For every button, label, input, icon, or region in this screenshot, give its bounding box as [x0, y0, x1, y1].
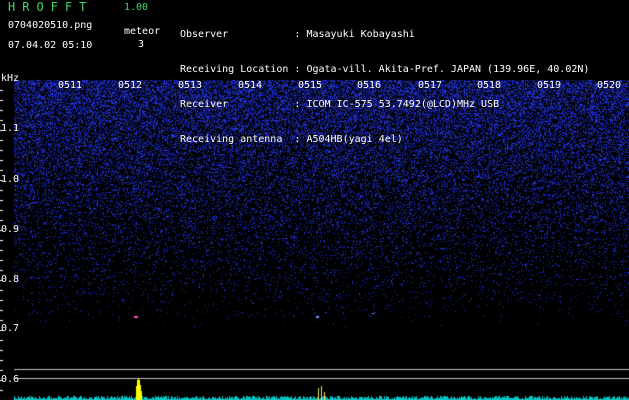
- meteor-count: 3: [138, 39, 145, 50]
- info-label: Receiving antenna: [180, 134, 283, 145]
- frequency-unit-label: kHz: [1, 73, 20, 84]
- x-tick-label: 0519: [537, 80, 562, 91]
- x-tick-label: 0517: [418, 80, 443, 91]
- info-row-location: Receiving Location : Ogata-vill. Akita-P…: [180, 64, 590, 75]
- capture-datetime: 07.04.02 05:10: [8, 40, 93, 51]
- x-tick-label: 0513: [178, 80, 203, 91]
- y-tick-label: 0.7: [1, 323, 20, 334]
- info-value: Masayuki Kobayashi: [306, 29, 415, 40]
- y-tick-label: 0.8: [1, 274, 20, 285]
- x-tick-label: 0520: [597, 80, 622, 91]
- app-title: HROFFT: [8, 0, 94, 14]
- info-value: Ogata-vill. Akita-Pref. JAPAN (139.96E, …: [306, 64, 590, 75]
- x-tick-label: 0514: [238, 80, 263, 91]
- x-tick-label: 0516: [357, 80, 382, 91]
- info-row-antenna: Receiving antenna : A504HB(yagi 4el): [180, 134, 403, 145]
- info-value: A504HB(yagi 4el): [306, 134, 403, 145]
- x-tick-label: 0515: [298, 80, 323, 91]
- info-row-receiver: Receiver : ICOM IC-575 53.7492(@LCD)MHz …: [180, 99, 500, 110]
- y-tick-label: 0.6: [1, 374, 20, 385]
- x-tick-label: 0512: [118, 80, 143, 91]
- x-tick-label: 0511: [58, 80, 83, 91]
- info-value: ICOM IC-575 53.7492(@LCD)MHz USB: [306, 99, 500, 110]
- app-version: 1.00: [124, 2, 149, 13]
- info-row-observer: Observer : Masayuki Kobayashi: [180, 29, 415, 40]
- x-tick-label: 0518: [477, 80, 502, 91]
- info-label: Observer: [180, 29, 229, 40]
- file-name: 0704020510.png: [8, 20, 93, 31]
- y-tick-label: 0.9: [1, 224, 20, 235]
- y-tick-label: 1.1: [1, 123, 20, 134]
- y-tick-label: 1.0: [1, 174, 20, 185]
- info-label: Receiver: [180, 99, 229, 110]
- info-label: Receiving Location: [180, 64, 289, 75]
- meteor-label: meteor: [124, 26, 161, 37]
- hrofft-window: HROFFT 1.00 0704020510.png 07.04.02 05:1…: [0, 0, 629, 400]
